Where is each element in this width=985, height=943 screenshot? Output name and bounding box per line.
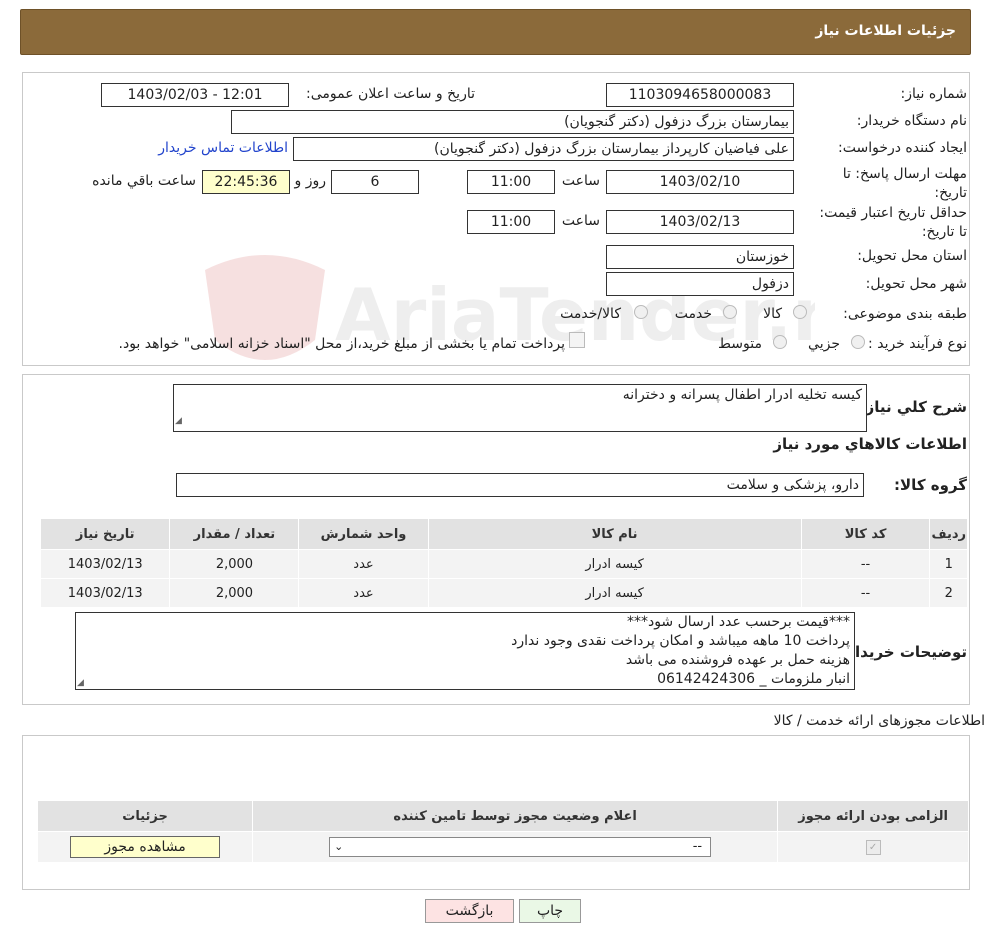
category-radio-service[interactable]: [723, 305, 737, 319]
validity-time-label: ساعت: [561, 213, 600, 229]
view-permit-button[interactable]: مشاهده مجوز: [70, 836, 221, 858]
goods-group-field: دارو، پزشکی و سلامت: [176, 473, 864, 497]
cell-permit-required: ✓: [777, 831, 969, 863]
cell-quantity: 2,000: [169, 578, 300, 608]
cell-item-code: --: [800, 578, 931, 608]
category-radio-goods-service[interactable]: [634, 305, 648, 319]
category-option-goods-service: کالا/خدمت: [560, 306, 621, 322]
summary-text: کیسه تخلیه ادرار اطفال پسرانه و دخترانه: [622, 387, 862, 403]
buyer-notes-textarea[interactable]: ***قیمت برحسب عدد ارسال شود*** پرداخت 10…: [75, 612, 855, 690]
col-permit-required: الزامی بودن ارائه مجوز: [777, 800, 969, 832]
reply-date-field: 1403/02/10: [606, 170, 794, 194]
purchase-type-label: نوع فرآیند خرید :: [868, 336, 967, 352]
goods-group-label: گروه کالا:: [894, 476, 967, 494]
col-item-name: نام کالا: [427, 518, 802, 550]
days-label: روز و: [294, 173, 327, 189]
contact-buyer-link[interactable]: اطلاعات تماس خریدار: [158, 140, 288, 156]
price-validity-label: حداقل تاریخ اعتبار قیمت: تا تاریخ:: [819, 205, 967, 240]
chevron-down-icon: ⌄: [334, 840, 344, 853]
reply-deadline-label: مهلت ارسال پاسخ: تا تاریخ:: [842, 166, 967, 201]
print-button[interactable]: چاپ: [519, 899, 581, 923]
page-header: جزئیات اطلاعات نیاز: [20, 9, 971, 55]
cell-permit-details: مشاهده مجوز: [36, 831, 254, 863]
col-need-date: تاريخ نياز: [39, 518, 171, 550]
announce-field: 1403/02/03 - 12:01: [101, 83, 289, 107]
goods-table: رديف کد کالا نام کالا واحد شمارش تعداد /…: [39, 518, 968, 608]
cell-permit-status: -- ⌄: [252, 831, 779, 863]
cell-need-date: 1403/02/13: [39, 578, 171, 608]
buyer-notes-label: توضیحات خریدار:: [840, 643, 967, 661]
buyer-org-label: نام دستگاه خریدار:: [856, 113, 967, 129]
cell-row-number: 1: [929, 549, 968, 579]
checkbox-icon[interactable]: ✓: [865, 840, 881, 855]
summary-label: شرح کلي نياز:: [859, 398, 967, 416]
notes-resize-icon[interactable]: ◢: [77, 678, 85, 688]
cell-row-number: 2: [929, 578, 968, 608]
permits-table: الزامی بودن ارائه مجوز اعلام وضعیت مجوز …: [36, 800, 969, 863]
purchase-radio-minor[interactable]: [851, 335, 865, 349]
validity-time-field: 11:00: [467, 210, 555, 234]
cell-quantity: 2,000: [169, 549, 300, 579]
cell-need-date: 1403/02/13: [39, 549, 171, 579]
table-row: 1 -- کیسه ادرار عدد 2,000 1403/02/13: [39, 549, 968, 579]
goods-section-title: اطلاعات کالاهاي مورد نياز: [773, 435, 967, 453]
days-field: 6: [331, 170, 419, 194]
col-row-number: رديف: [929, 518, 968, 550]
remaining-time-field: 22:45:36: [202, 170, 290, 194]
buyer-note-line: هزینه حمل بر عهده فروشنده می باشد: [625, 652, 850, 668]
category-radio-goods[interactable]: [793, 305, 807, 319]
permit-status-value: --: [692, 839, 703, 854]
need-number-field: 1103094658000083: [606, 83, 794, 107]
buyer-note-line: انبار ملزومات _ 06142424306: [657, 671, 850, 687]
announce-label: تاریخ و ساعت اعلان عمومی:: [306, 86, 475, 102]
purchase-note: پرداخت تمام یا بخشی از مبلغ خرید،از محل …: [118, 336, 565, 352]
back-button[interactable]: بازگشت: [425, 899, 514, 923]
summary-textarea[interactable]: کیسه تخلیه ادرار اطفال پسرانه و دخترانه: [173, 384, 867, 432]
buyer-org-field: بیمارستان بزرگ دزفول (دکتر گنجویان): [231, 110, 794, 134]
need-number-label: شماره نیاز:: [900, 86, 968, 102]
cell-item-name: کیسه ادرار: [427, 578, 802, 608]
permits-table-header: الزامی بودن ارائه مجوز اعلام وضعیت مجوز …: [36, 800, 969, 832]
validity-date-field: 1403/02/13: [606, 210, 794, 234]
purchase-option-medium: متوسط: [718, 336, 762, 352]
city-label: شهر محل تحویل:: [865, 276, 967, 292]
reply-time-label: ساعت: [561, 173, 600, 189]
table-row: 2 -- کیسه ادرار عدد 2,000 1403/02/13: [39, 578, 968, 608]
purchase-radio-medium[interactable]: [773, 335, 787, 349]
cell-unit: عدد: [298, 549, 429, 579]
page-title: جزئیات اطلاعات نیاز: [815, 23, 956, 39]
reply-time-field: 11:00: [467, 170, 555, 194]
goods-table-header: رديف کد کالا نام کالا واحد شمارش تعداد /…: [39, 518, 968, 550]
summary-resize-icon[interactable]: ◢: [175, 416, 183, 426]
table-row: ✓ -- ⌄ مشاهده مجوز: [36, 831, 969, 863]
category-option-goods: کالا: [763, 306, 782, 322]
col-unit: واحد شمارش: [298, 518, 429, 550]
requester-field: علی فیاضیان کارپرداز بیمارستان بزرگ دزفو…: [293, 137, 794, 161]
category-option-service: خدمت: [674, 306, 712, 322]
province-label: استان محل تحویل:: [857, 248, 967, 264]
remaining-label: ساعت باقي مانده: [92, 173, 196, 189]
purchase-option-minor: جزیي: [808, 336, 840, 352]
cell-item-name: کیسه ادرار: [427, 549, 802, 579]
col-permit-details: جزئیات: [36, 800, 254, 832]
province-field: خوزستان: [606, 245, 794, 269]
city-field: دزفول: [606, 272, 794, 296]
cell-unit: عدد: [298, 578, 429, 608]
buyer-note-line: ***قیمت برحسب عدد ارسال شود***: [626, 614, 850, 630]
buyer-note-line: پرداخت 10 ماهه میباشد و امکان پرداخت نقد…: [511, 633, 850, 649]
requester-label: ایجاد کننده درخواست:: [838, 140, 967, 156]
permit-status-select[interactable]: -- ⌄: [329, 837, 712, 857]
col-quantity: تعداد / مقدار: [169, 518, 300, 550]
category-label: طبقه بندی موضوعی:: [843, 306, 967, 322]
cell-item-code: --: [800, 549, 931, 579]
col-item-code: کد کالا: [800, 518, 931, 550]
permits-title: اطلاعات مجوزهای ارائه خدمت / کالا: [773, 713, 985, 729]
treasury-checkbox-icon[interactable]: [569, 332, 585, 348]
col-permit-status: اعلام وضعیت مجوز توسط تامین کننده: [252, 800, 779, 832]
